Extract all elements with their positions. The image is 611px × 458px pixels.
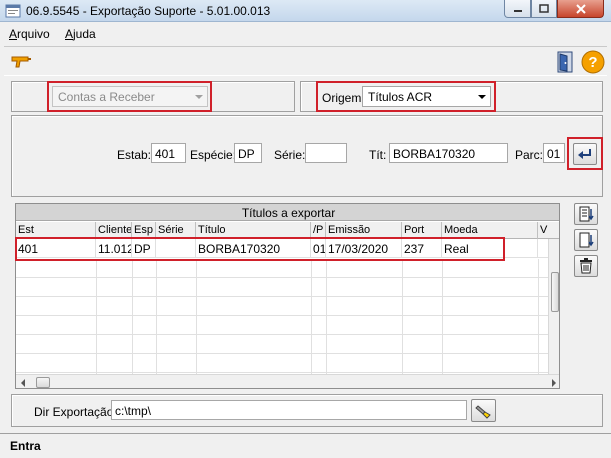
grid-line (196, 259, 197, 374)
minimize-icon (513, 9, 522, 12)
serie-field[interactable] (305, 143, 347, 163)
status-text: Entra (10, 439, 41, 453)
app-icon (5, 4, 21, 18)
especie-field[interactable]: DP (234, 143, 262, 163)
grid-line (326, 259, 327, 374)
close-icon (575, 3, 586, 14)
grid-line (156, 259, 157, 374)
grid-line (132, 259, 133, 374)
grid-line (311, 259, 312, 374)
grid-line (442, 259, 443, 374)
highlight-origem (316, 81, 496, 112)
titulo-field[interactable]: BORBA170320 (389, 143, 508, 163)
parcela-label: Parc: (515, 148, 544, 162)
help-button[interactable]: ? (581, 50, 605, 74)
scroll-right-icon[interactable] (551, 379, 557, 387)
close-button[interactable] (557, 0, 604, 18)
grid-caption: Títulos a exportar (16, 204, 559, 221)
delete-button[interactable] (574, 255, 598, 277)
select-one-button[interactable] (574, 229, 598, 251)
menu-ajuda[interactable]: Ajuda (65, 27, 96, 41)
window-title: 06.9.5545 - Exportação Suporte - 5.01.00… (26, 4, 271, 18)
svg-text:?: ? (588, 54, 597, 71)
vertical-scrollbar[interactable] (548, 239, 559, 375)
estab-field[interactable]: 401 (151, 143, 186, 163)
titulo-label: Tít: (369, 148, 387, 162)
status-bar: Entra (0, 433, 611, 458)
help-icon: ? (581, 50, 605, 74)
menu-bar: Arquivo Ajuda (0, 25, 611, 44)
menu-arquivo-accel: A (9, 27, 18, 41)
col-header-valor[interactable]: V (538, 222, 550, 239)
grid-line (538, 259, 539, 374)
export-label: Dir Exportação: (34, 405, 117, 419)
titles-grid[interactable]: Títulos a exportar Est Cliente Esp Série… (15, 203, 560, 389)
minimize-button[interactable] (504, 0, 531, 18)
list-arrow-icon (579, 206, 594, 222)
flashlight-icon (474, 404, 491, 419)
vertical-scroll-thumb[interactable] (551, 272, 559, 312)
especie-label: Espécie: (190, 148, 237, 162)
highlight-row (15, 237, 505, 261)
browse-folder-button[interactable] (471, 399, 496, 422)
maximize-icon (539, 3, 549, 13)
estab-label: Estab: (117, 148, 152, 162)
grid-line (402, 259, 403, 374)
export-path-field[interactable]: c:\tmp\ (111, 400, 467, 420)
list-single-arrow-icon (579, 232, 594, 248)
select-all-button[interactable] (574, 203, 598, 225)
toolbar: ? (4, 46, 607, 76)
highlight-module (47, 81, 212, 112)
menu-ajuda-label: juda (73, 27, 96, 41)
exit-door-icon (557, 51, 573, 73)
maximize-button[interactable] (531, 0, 557, 18)
run-button[interactable] (10, 52, 32, 72)
horizontal-scrollbar[interactable] (16, 374, 559, 388)
horizontal-scroll-thumb[interactable] (36, 377, 50, 388)
parcela-field[interactable]: 01 (543, 143, 565, 163)
highlight-add-button (567, 137, 603, 170)
title-bar[interactable]: 06.9.5545 - Exportação Suporte - 5.01.00… (0, 0, 611, 22)
trash-icon (580, 258, 592, 274)
grid-line (96, 259, 97, 374)
serie-label: Série: (274, 148, 306, 162)
menu-ajuda-accel: A (65, 27, 74, 41)
scroll-left-icon[interactable] (20, 379, 26, 387)
exit-button[interactable] (555, 51, 575, 73)
menu-arquivo[interactable]: Arquivo (9, 27, 50, 41)
gun-icon (11, 56, 31, 68)
menu-arquivo-label: rquivo (17, 27, 50, 41)
